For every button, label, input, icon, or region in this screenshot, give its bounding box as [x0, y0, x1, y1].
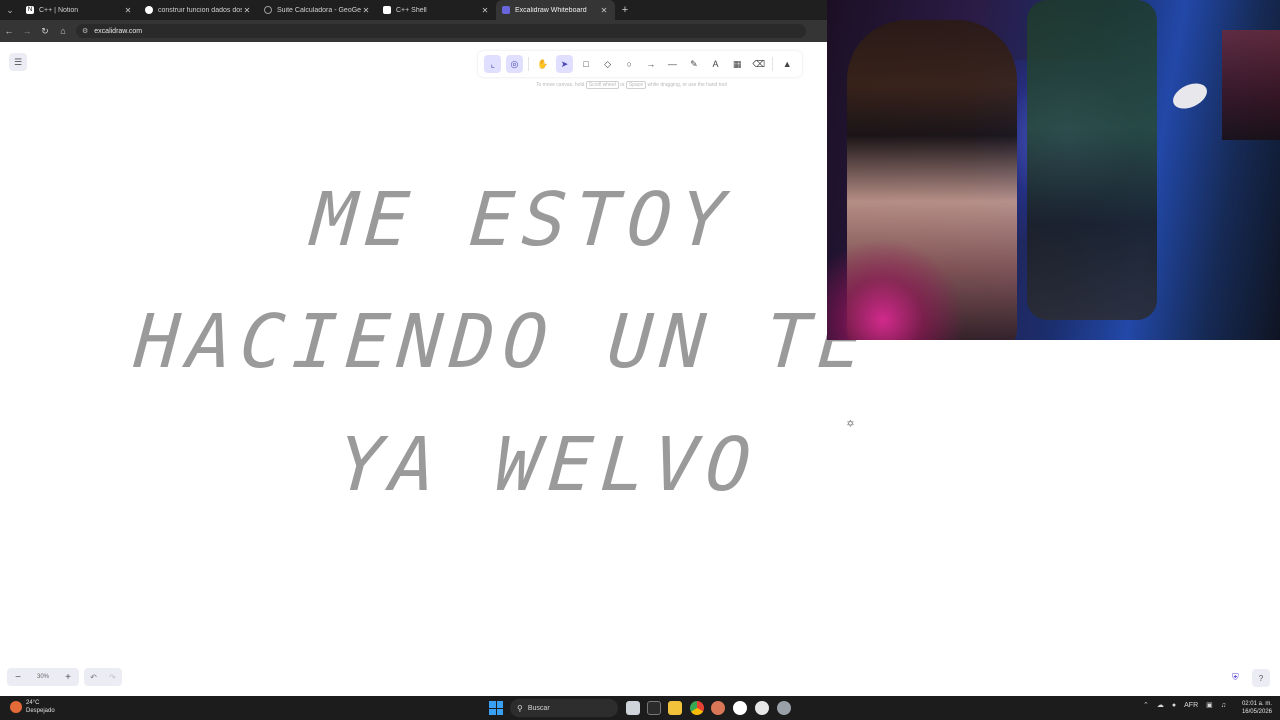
search-placeholder: Buscar: [527, 704, 550, 712]
text-tool-icon[interactable]: A: [707, 55, 724, 73]
cpp-shell-favicon-icon: [383, 6, 391, 14]
site-info-icon[interactable]: ⚙: [82, 27, 88, 35]
webcam-lamp: [1169, 78, 1211, 114]
onedrive-icon[interactable]: ☁: [1157, 701, 1164, 709]
zoom-out-button[interactable]: −: [7, 668, 29, 686]
windows-taskbar: 24°C Despejado ⚲ Buscar ⌃ ☁ ● AFR ▣ ♫ 02…: [0, 696, 1280, 720]
image-icon[interactable]: ▦: [729, 55, 746, 73]
chrome-icon[interactable]: [690, 701, 704, 715]
search-icon: ⚲: [517, 703, 523, 713]
canvas-hint: To move canvas, hold Scroll wheel or Spa…: [536, 81, 727, 89]
language-indicator[interactable]: AFR: [1184, 702, 1198, 709]
tab-title: Suite Calculadora - GeoGebra: [277, 6, 361, 14]
obs-icon[interactable]: [755, 701, 769, 715]
undo-icon[interactable]: ↶: [84, 668, 103, 686]
shield-icon[interactable]: ⛨: [1232, 672, 1242, 683]
clock-date: 16/05/2026: [1241, 709, 1272, 715]
webcam-overlay: [827, 0, 1280, 340]
tab-title: Excalidraw Whiteboard: [515, 6, 587, 14]
tab-close-icon[interactable]: ✕: [361, 6, 371, 15]
zoom-controls: − 30% +: [7, 668, 79, 686]
taskbar-search[interactable]: ⚲ Buscar: [510, 699, 618, 717]
notion-favicon-icon: N: [26, 6, 34, 14]
hand-tool-lock-icon[interactable]: ◎: [505, 55, 523, 73]
geogebra-favicon-icon: [264, 6, 272, 14]
tab-geogebra[interactable]: Suite Calculadora - GeoGebra ✕: [258, 0, 377, 20]
redo-icon[interactable]: ↷: [103, 668, 122, 686]
hint-text: or: [620, 82, 625, 88]
tab-construir-funcion[interactable]: construir funcion dados dos pu ✕: [139, 0, 258, 20]
arrow-icon[interactable]: →: [642, 55, 659, 73]
zoom-in-button[interactable]: +: [57, 668, 79, 686]
line-icon[interactable]: —: [664, 55, 681, 73]
tab-search-icon[interactable]: ⌄: [0, 0, 20, 20]
volume-icon[interactable]: ♫: [1221, 702, 1226, 709]
tab-close-icon[interactable]: ✕: [242, 6, 252, 15]
tab-cpp-shell[interactable]: C++ Shell ✕: [377, 0, 496, 20]
undo-redo-controls: ↶ ↷: [84, 668, 122, 686]
excalidraw-favicon-icon: [502, 6, 510, 14]
webcam-background-shelf: [1222, 30, 1280, 140]
weather-widget[interactable]: 24°C Despejado: [10, 699, 55, 715]
tab-close-icon[interactable]: ✕: [123, 6, 133, 15]
windows-start-icon[interactable]: [489, 701, 503, 715]
tab-title: C++ | Notion: [39, 6, 79, 14]
weather-temp: 24°C: [26, 700, 40, 706]
tab-close-icon[interactable]: ✕: [599, 6, 609, 15]
more-tools-icon[interactable]: ▲: [779, 55, 796, 73]
tab-close-icon[interactable]: ✕: [480, 6, 490, 15]
move-cursor-icon: ✡: [846, 419, 855, 430]
main-menu-icon[interactable]: ☰: [9, 53, 27, 71]
weather-desc: Despejado: [26, 708, 55, 714]
system-tray: ⌃ ☁ ● AFR ▣ ♫: [1143, 701, 1226, 710]
tab-title: C++ Shell: [396, 6, 427, 14]
webcam-person-right: [1027, 0, 1157, 320]
back-arrow-icon[interactable]: ←: [0, 20, 18, 42]
chatgpt-icon[interactable]: [733, 701, 747, 715]
hint-key: Scroll wheel: [585, 81, 619, 89]
eraser-icon[interactable]: ⌫: [750, 55, 767, 73]
settings-icon[interactable]: [777, 701, 791, 715]
hint-key: Space: [625, 81, 647, 89]
reload-icon[interactable]: ↻: [36, 20, 54, 42]
hand-icon[interactable]: ✋: [534, 55, 551, 73]
file-explorer-icon[interactable]: [668, 701, 682, 715]
webcam-pink-light: [827, 240, 967, 340]
task-view-icon[interactable]: [626, 701, 640, 715]
terminal-icon[interactable]: [647, 701, 661, 715]
chatgpt-favicon-icon: [145, 6, 153, 14]
lock-tool-icon[interactable]: ⌞: [484, 55, 502, 73]
new-tab-button[interactable]: +: [615, 4, 635, 16]
tab-title: construir funcion dados dos pu: [158, 6, 242, 14]
diamond-icon[interactable]: ◇: [599, 55, 616, 73]
tab-excalidraw[interactable]: Excalidraw Whiteboard ✕: [496, 0, 615, 20]
help-icon[interactable]: ?: [1252, 669, 1270, 687]
canvas-text-line-3[interactable]: YA WELVO: [335, 422, 761, 508]
canvas-text-line-2[interactable]: HACIENDO UN TE: [132, 299, 874, 385]
ellipse-icon[interactable]: ○: [621, 55, 638, 73]
weather-icon: [10, 701, 22, 713]
url-field[interactable]: ⚙ excalidraw.com: [76, 24, 806, 38]
zoom-level[interactable]: 30%: [29, 674, 57, 680]
tray-overflow-icon[interactable]: ⌃: [1143, 701, 1149, 709]
clock-time: 02:01 a. m.: [1241, 701, 1272, 707]
hint-text: To move canvas, hold: [536, 82, 585, 88]
canvas-text-line-1[interactable]: ME ESTOY: [309, 177, 735, 263]
toolbar-divider: [772, 57, 774, 71]
microphone-icon[interactable]: ●: [1172, 702, 1176, 709]
selection-arrow-icon[interactable]: ➤: [555, 55, 574, 73]
hint-text: while dragging, or use the hand tool: [647, 82, 727, 88]
forward-arrow-icon[interactable]: →: [18, 20, 36, 42]
home-icon[interactable]: ⌂: [54, 20, 72, 42]
taskbar-clock[interactable]: 02:01 a. m. 16/05/2026: [1242, 700, 1272, 716]
tab-notion[interactable]: N C++ | Notion ✕: [20, 0, 139, 20]
toolbar-divider: [528, 57, 530, 71]
url-text: excalidraw.com: [94, 27, 143, 35]
claude-icon[interactable]: [711, 701, 725, 715]
network-icon[interactable]: ▣: [1206, 701, 1213, 709]
pencil-icon[interactable]: ✎: [685, 55, 702, 73]
rectangle-icon[interactable]: □: [577, 55, 594, 73]
tool-toolbar: ⌞ ◎ ✋ ➤ □ ◇ ○ → — ✎ A ▦ ⌫ ▲: [478, 51, 802, 77]
